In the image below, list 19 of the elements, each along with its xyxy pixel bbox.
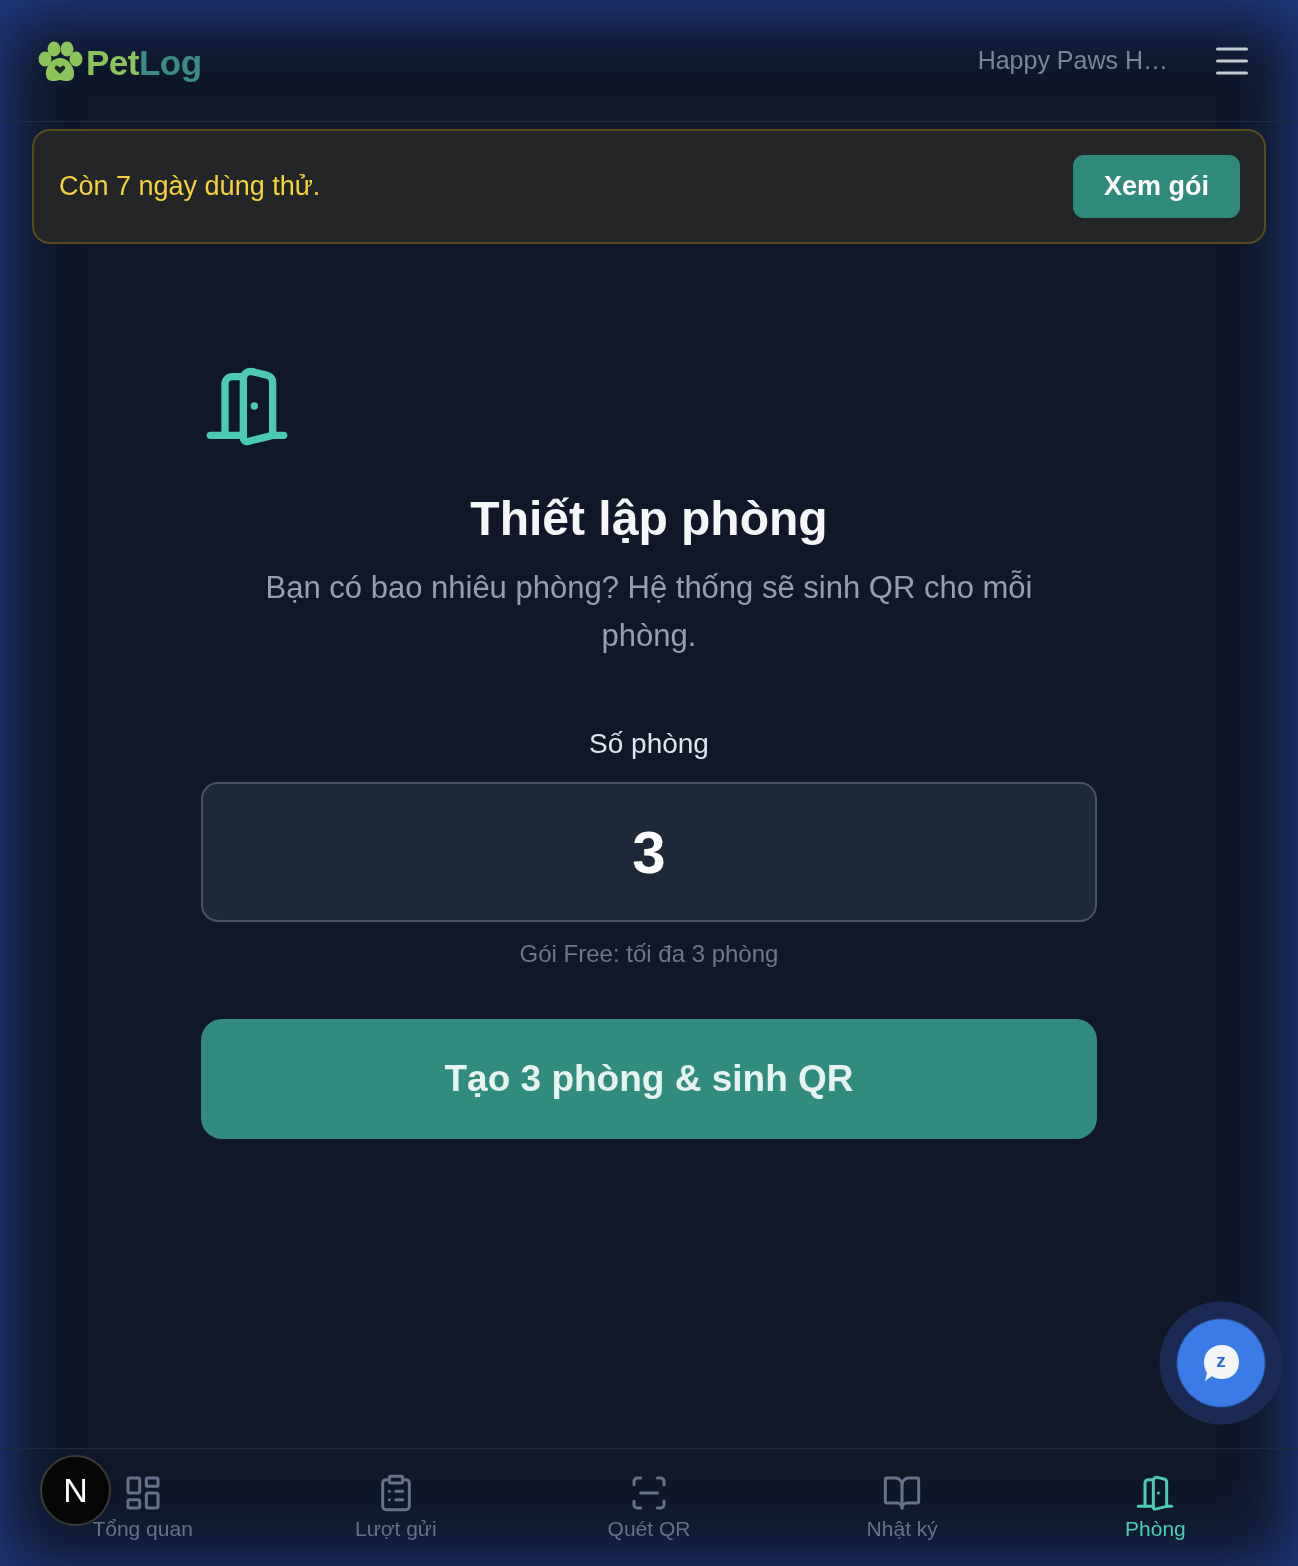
page-title: Thiết lập phòng	[470, 491, 828, 547]
view-plans-button[interactable]: Xem gói	[1072, 155, 1240, 218]
chat-letter: z	[1215, 1350, 1227, 1372]
nav-tab[interactable]: Phòng	[1028, 1449, 1282, 1566]
menu-icon[interactable]	[1216, 46, 1248, 75]
chat-button[interactable]: z	[1159, 1301, 1283, 1425]
account-name: Happy Paws H…	[977, 46, 1168, 75]
nav-tab[interactable]: Lượt gửi	[269, 1449, 523, 1566]
field-label: Số phòng	[589, 727, 709, 761]
room-count-field[interactable]: 3	[201, 782, 1097, 922]
plan-limit-hint: Gói Free: tối đa 3 phòng	[519, 939, 779, 969]
chat-bubble-icon	[1201, 1343, 1241, 1383]
nav-tab[interactable]: Nhật ký	[775, 1449, 1029, 1566]
logo-text: PetLog	[86, 42, 202, 83]
page-subtitle: Bạn có bao nhiêu phòng? Hệ thống sẽ sinh QR cho mỗi phòng.	[264, 569, 1034, 655]
door-icon	[1135, 1473, 1176, 1513]
create-rooms-button[interactable]: Tạo 3 phòng & sinh QR	[201, 1019, 1097, 1139]
nav-tab[interactable]: Quét QR	[522, 1449, 776, 1566]
trial-message: Còn 7 ngày dùng thử.	[59, 171, 321, 202]
